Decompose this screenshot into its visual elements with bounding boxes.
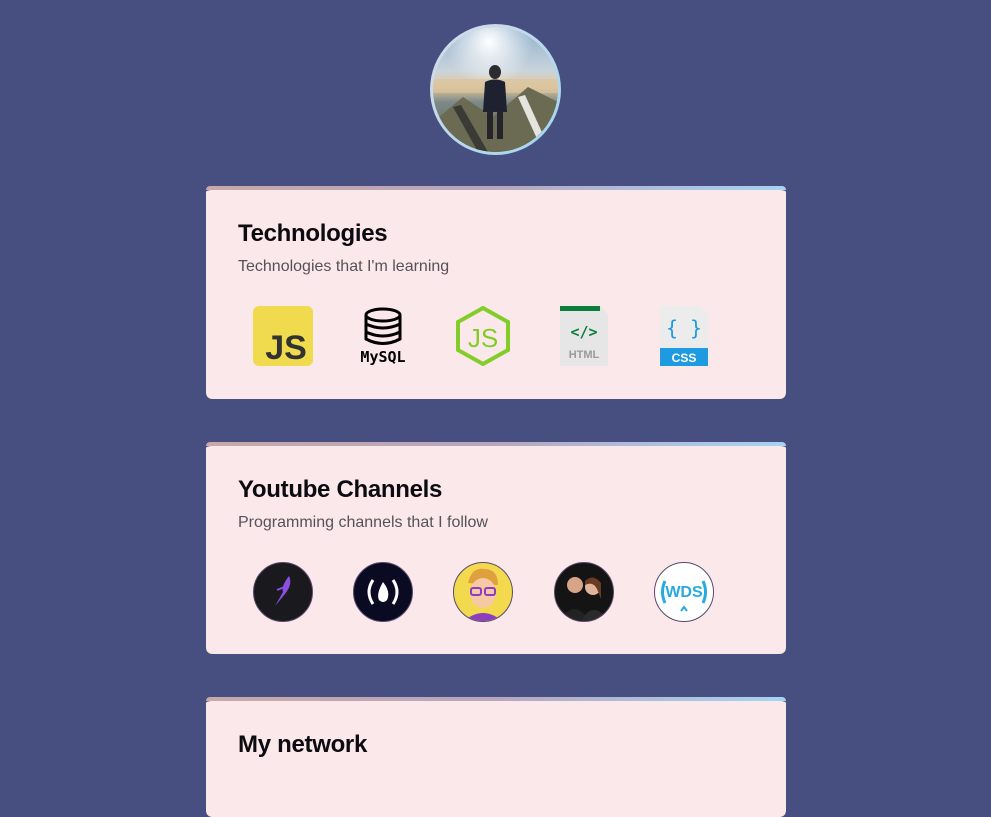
card-title: My network [238,731,368,758]
svg-text:</>: </> [570,323,597,341]
svg-text:WDS: WDS [665,584,703,601]
card-subtitle: Programming channels that I follow [238,514,488,531]
svg-text:JS: JS [468,323,498,353]
profile-photo-art [433,27,558,152]
youtube-channels-card: Youtube Channels Programming channels th… [206,442,786,654]
channel-feather-icon[interactable] [253,562,313,622]
mysql-icon[interactable]: MySQL [353,306,453,366]
svg-text:CSS: CSS [671,351,696,365]
card-title: Technologies [238,220,388,247]
technologies-card: Technologies Technologies that I'm learn… [206,186,786,399]
card-subtitle: Technologies that I'm learning [238,258,450,275]
channel-duo-avatar-icon[interactable] [553,562,614,622]
technology-icons: JS MySQL JS </> HTML {} CSS [238,306,754,366]
profile-photo [433,27,558,152]
nodejs-icon[interactable]: JS [453,306,553,366]
channel-wds-icon[interactable]: WDS [653,562,714,622]
channel-freecodecamp-icon[interactable] [353,562,414,622]
svg-text:MySQL: MySQL [361,348,406,366]
svg-text:HTML: HTML [568,349,599,361]
javascript-icon[interactable]: JS [253,306,353,366]
profile-avatar[interactable] [430,24,561,155]
svg-text:JS: JS [265,329,307,366]
channel-icons: WDS [238,562,754,622]
card-title: Youtube Channels [238,476,443,503]
my-network-card: My network [206,697,786,817]
html-icon[interactable]: </> HTML [554,306,654,366]
svg-text:{ }: { } [666,316,702,340]
channel-cartoon-avatar-icon[interactable] [453,562,514,622]
css-icon[interactable]: { } CSS [654,306,754,366]
